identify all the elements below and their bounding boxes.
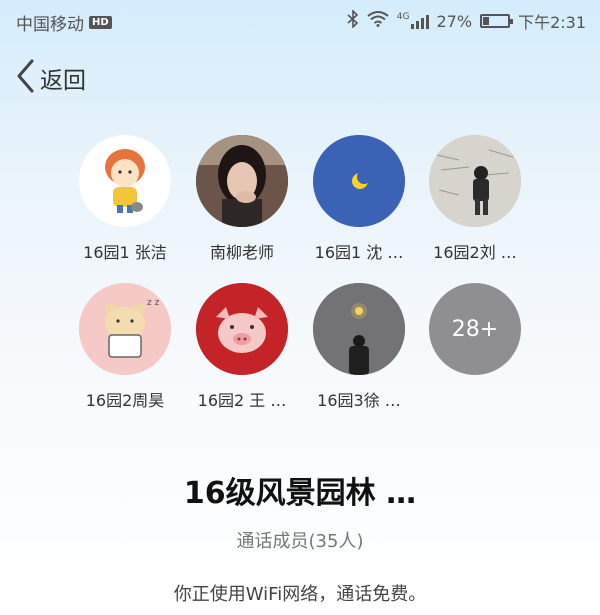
member-item[interactable]: 16园1 沈 … (304, 135, 414, 263)
member-item[interactable]: 16园1 张洁 (70, 135, 180, 263)
network-type: 4G (396, 12, 410, 22)
member-name: 南柳老师 (209, 243, 274, 262)
member-item[interactable]: z z 16园2周昊 (70, 283, 180, 411)
member-item[interactable]: 16园2刘 … (420, 135, 530, 263)
moon-icon (313, 135, 405, 227)
group-title: 16级风景园林 … (183, 476, 417, 511)
wifi-icon (367, 11, 389, 31)
pig-cartoon-icon (196, 283, 288, 375)
member-name: 16园1 张洁 (83, 243, 167, 262)
signal-bars-icon (410, 13, 429, 29)
woman-photo (196, 135, 288, 227)
member-name: 16园2 王 … (197, 391, 287, 410)
clock: 下午2:31 (518, 13, 586, 32)
call-members-count: 通话成员(35人) (236, 531, 364, 552)
member-name: 16园2周昊 (85, 391, 165, 410)
person-lightbulb-photo (313, 283, 405, 375)
battery-percent: 27% (436, 11, 473, 31)
back-button[interactable]: 返回 (14, 58, 86, 98)
battery-icon (480, 14, 514, 28)
carrier: 中国移动 HD (16, 10, 112, 35)
bear-laptop-icon: z z (79, 283, 171, 375)
member-name: 16园2刘 … (433, 243, 517, 262)
more-members-button[interactable]: 28+ (420, 283, 530, 375)
status-bar: 中国移动 HD 4G 27% 下午2:31 (0, 0, 600, 40)
back-label: 返回 (40, 68, 86, 94)
hd-badge: HD (89, 16, 112, 29)
member-name: 16园3徐 … (317, 391, 401, 410)
cartoon-girl-icon (79, 135, 171, 227)
cell-signal: 4G (397, 13, 429, 29)
member-item[interactable]: 16园3徐 … (304, 283, 414, 411)
member-name: 16园1 沈 … (314, 243, 404, 262)
chevron-left-icon (14, 58, 36, 98)
status-indicators: 4G 27% 下午2:31 (347, 9, 586, 33)
svg-text:z z: z z (147, 298, 160, 308)
person-wall-photo (429, 135, 521, 227)
carrier-label: 中国移动 (16, 15, 84, 35)
more-members-count: 28+ (429, 283, 521, 375)
wifi-notice: 你正使用WiFi网络，通话免费。 (173, 584, 427, 605)
member-item[interactable]: 16园2 王 … (187, 283, 297, 411)
bluetooth-icon (347, 9, 359, 32)
member-item[interactable]: 南柳老师 (187, 135, 297, 263)
